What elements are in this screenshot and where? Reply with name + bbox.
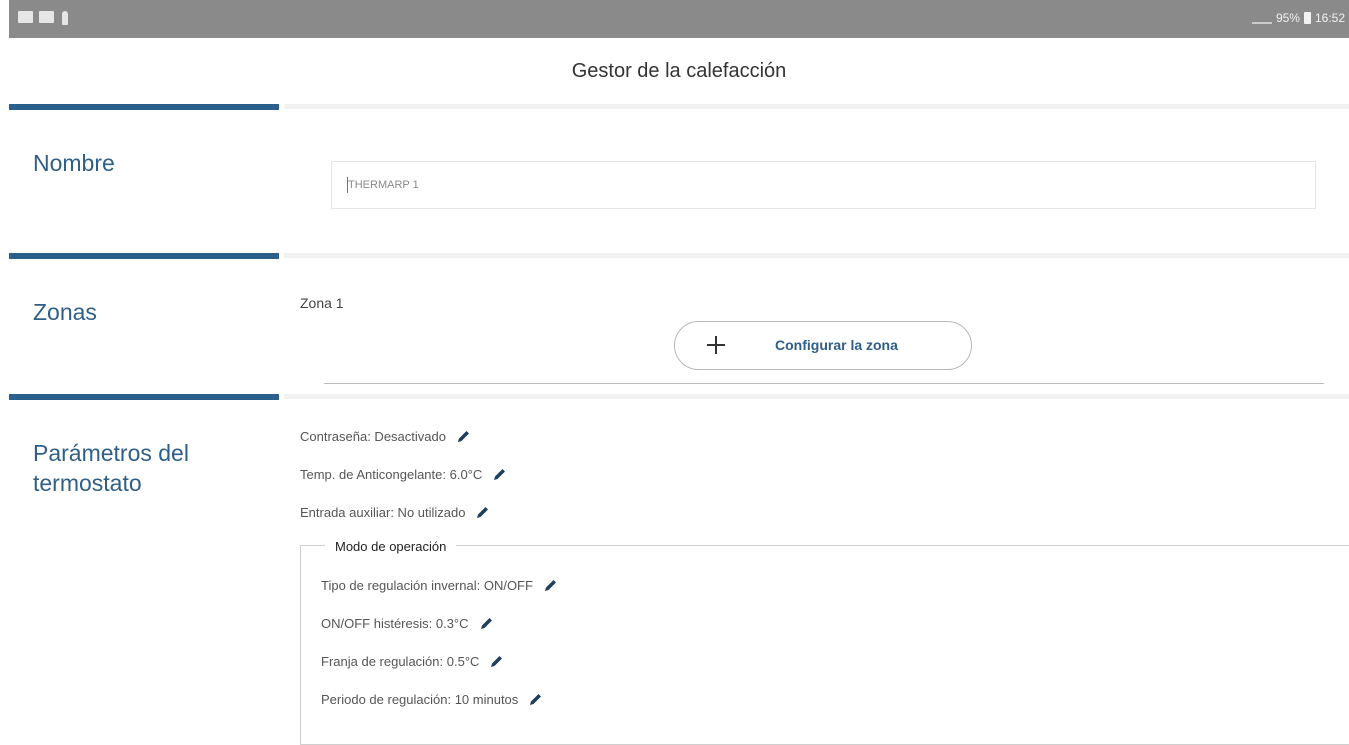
param-label: Franja de regulación: 0.5°C [321,654,480,669]
section-title-zonas: Zonas [33,299,97,325]
pencil-icon[interactable] [543,578,558,593]
section-nombre-header: Nombre [9,104,279,254]
section-nombre: Nombre [9,104,1349,254]
zone-name: Zona 1 [300,295,344,311]
status-bar: 95% 16:52 [9,0,1349,38]
pencil-icon[interactable] [489,654,504,669]
param-row-password: Contraseña: Desactivado [300,429,471,444]
section-title-parametros: Parámetros del termostato [33,440,189,496]
notification-icons [18,11,68,25]
wifi-signal-icon [1251,12,1272,24]
mode-row-regulation-type: Tipo de regulación invernal: ON/OFF [321,578,558,593]
configure-zone-button[interactable]: Configurar la zona [674,321,972,370]
param-label: ON/OFF histéresis: 0.3°C [321,616,469,631]
status-right: 95% 16:52 [1251,11,1345,25]
operation-mode-group: Modo de operación Tipo de regulación inv… [300,539,1349,745]
param-label: Contraseña: Desactivado [300,429,446,444]
pencil-icon[interactable] [475,505,490,520]
pencil-icon[interactable] [479,616,494,631]
section-parametros-header: Parámetros del termostato [9,394,279,704]
section-parametros-content: Contraseña: Desactivado Temp. de Anticon… [284,394,1349,745]
clock: 16:52 [1314,11,1345,25]
text-cursor [347,177,348,193]
configure-zone-label: Configurar la zona [775,337,898,353]
plus-icon [707,336,725,354]
pencil-icon[interactable] [492,467,507,482]
section-zonas: Zonas Zona 1 Configurar la zona [9,253,1349,395]
section-parametros: Parámetros del termostato Contraseña: De… [9,394,1349,745]
param-label: Entrada auxiliar: No utilizado [300,505,466,520]
param-row-aux-input: Entrada auxiliar: No utilizado [300,505,490,520]
section-zonas-content: Zona 1 Configurar la zona [284,253,1349,395]
mode-row-regulation-period: Periodo de regulación: 10 minutos [321,692,543,707]
battery-percent: 95% [1275,11,1300,25]
section-zonas-header: Zonas [9,253,279,395]
image-icon [39,11,54,23]
app-bar: Gestor de la calefacción [9,38,1349,105]
section-title-nombre: Nombre [33,150,115,176]
pencil-icon[interactable] [456,429,471,444]
left-frame [0,0,9,699]
param-label: Temp. de Anticongelante: 6.0°C [300,467,483,482]
mode-row-regulation-band: Franja de regulación: 0.5°C [321,654,504,669]
param-row-antifreeze: Temp. de Anticongelante: 6.0°C [300,467,507,482]
param-label: Tipo de regulación invernal: ON/OFF [321,578,533,593]
person-icon [62,11,68,25]
battery-icon [1303,12,1311,24]
pencil-icon[interactable] [528,692,543,707]
zone-divider [324,383,1324,384]
param-label: Periodo de regulación: 10 minutos [321,692,519,707]
page-title: Gestor de la calefacción [571,60,787,82]
operation-mode-legend: Modo de operación [325,539,457,554]
mode-row-hysteresis: ON/OFF histéresis: 0.3°C [321,616,494,631]
section-nombre-content [284,104,1349,254]
name-input[interactable] [331,161,1316,209]
mail-icon [18,11,33,23]
